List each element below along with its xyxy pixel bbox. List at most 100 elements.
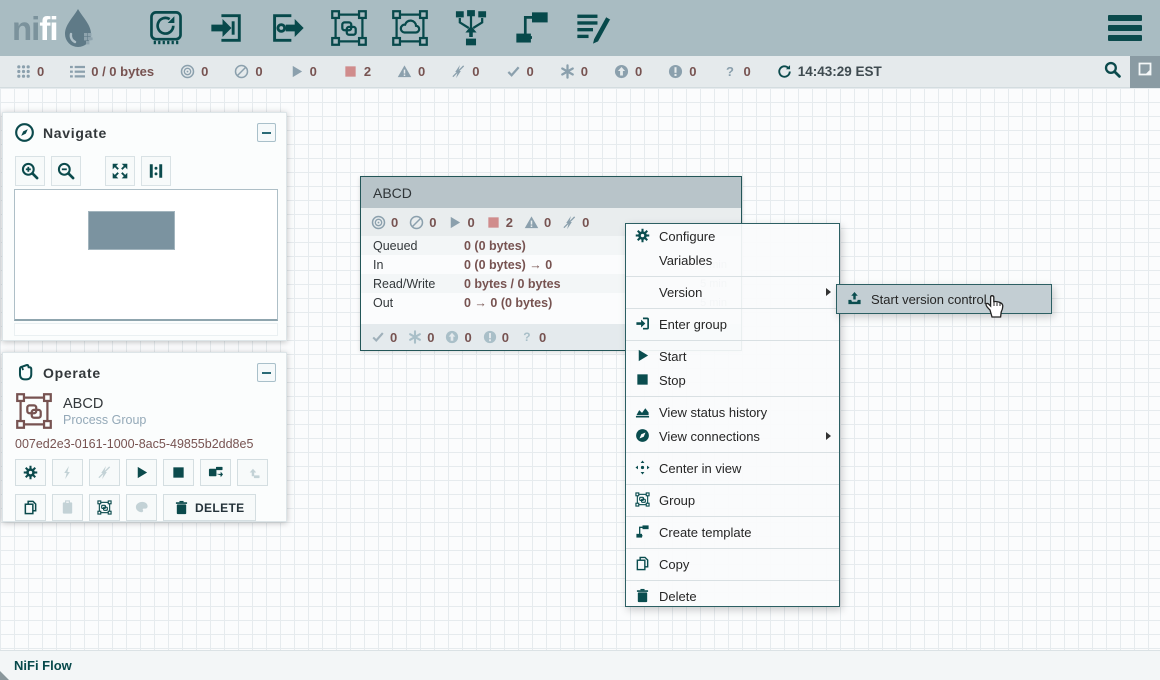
compass-icon xyxy=(635,428,652,444)
stop-button[interactable] xyxy=(163,459,194,486)
crosshairs-icon xyxy=(635,460,652,476)
template-icon[interactable] xyxy=(510,6,554,50)
menu-item-stop[interactable]: Stop xyxy=(626,368,839,392)
menu-separator xyxy=(626,484,839,485)
invalid-status: 0 xyxy=(397,64,425,79)
navigate-palette: Navigate xyxy=(2,112,287,341)
menu-item-configure[interactable]: Configure xyxy=(626,224,839,248)
menu-item-variables[interactable]: Variables xyxy=(626,248,839,272)
zoom-actual-size-button[interactable] xyxy=(141,156,171,186)
locally-modified-and-stale-status: 0 xyxy=(668,64,696,79)
selection-type: Process Group xyxy=(63,413,146,427)
zoom-out-button[interactable] xyxy=(51,156,81,186)
menu-item-create-template[interactable]: Create template xyxy=(626,520,839,544)
transmitting-status: 0 xyxy=(180,64,208,79)
global-menu-icon[interactable] xyxy=(1108,15,1142,41)
label-icon[interactable] xyxy=(571,6,615,50)
funnel-icon[interactable] xyxy=(449,6,493,50)
compass-icon xyxy=(15,123,34,142)
locally-modified-status: 0 xyxy=(560,64,588,79)
running-status: 0 xyxy=(289,64,317,79)
group-icon xyxy=(635,492,652,508)
submenu-caret-icon xyxy=(826,288,831,296)
locally-modified-and-stale-icon xyxy=(668,64,683,79)
revert-flow-version-button xyxy=(237,459,268,486)
group-button[interactable] xyxy=(89,494,120,521)
refresh-icon[interactable] xyxy=(777,64,792,79)
menu-separator xyxy=(626,452,839,453)
zoom-in-button[interactable] xyxy=(15,156,45,186)
queued-icon xyxy=(70,64,85,79)
menu-item-view-status-history[interactable]: View status history xyxy=(626,400,839,424)
template-icon xyxy=(635,524,652,540)
process-group-icon[interactable] xyxy=(327,6,371,50)
navigate-buttons xyxy=(3,148,286,186)
menu-item-start[interactable]: Start xyxy=(626,344,839,368)
flow-status-bar: 0 0 / 0 bytes 0 0 0 2 xyxy=(0,56,1160,88)
save-flow-version-button[interactable] xyxy=(200,459,231,486)
delete-button[interactable]: DELETE xyxy=(163,494,256,521)
status-bar-actions xyxy=(1094,56,1160,88)
trash-icon xyxy=(635,588,652,604)
invalid-icon xyxy=(524,215,539,230)
not-transmitting-icon xyxy=(409,215,424,230)
collapse-icon[interactable] xyxy=(257,123,276,142)
search-icon xyxy=(1104,61,1121,83)
up-to-date-status: 0 xyxy=(506,64,534,79)
menu-item-view-connections[interactable]: View connections xyxy=(626,424,839,448)
sync-failure-status: ? 0 xyxy=(722,64,750,79)
processor-icon[interactable] xyxy=(144,6,188,50)
menu-separator xyxy=(626,340,839,341)
birdseye-minimap[interactable] xyxy=(14,189,278,321)
operate-palette: Operate ABCD Process Group 007ed2e3-0161… xyxy=(2,352,287,522)
menu-item-group[interactable]: Group xyxy=(626,488,839,512)
zoom-fit-button[interactable] xyxy=(105,156,135,186)
search-button[interactable] xyxy=(1094,56,1130,88)
stale-icon xyxy=(614,64,629,79)
version-submenu-item-start-version-control[interactable]: Start version control xyxy=(836,284,1052,314)
output-port-icon[interactable] xyxy=(266,6,310,50)
menu-separator xyxy=(626,580,839,581)
sync-failure-icon: ? xyxy=(722,64,737,79)
process-group-name[interactable]: ABCD xyxy=(361,177,741,208)
menu-separator xyxy=(626,516,839,517)
stop-icon xyxy=(635,372,652,388)
start-button[interactable] xyxy=(126,459,157,486)
outline-panel-icon xyxy=(1137,61,1153,82)
menu-item-copy[interactable]: Copy xyxy=(626,552,839,576)
copy-button[interactable] xyxy=(15,494,46,521)
color-button xyxy=(126,494,157,521)
nifi-logo: nifi xyxy=(12,7,122,49)
minimap-footer xyxy=(14,323,278,336)
component-toolbar xyxy=(144,6,615,50)
navigate-title: Navigate xyxy=(43,125,107,141)
birdseye-toggle-button[interactable] xyxy=(1130,56,1160,88)
disabled-status: 0 xyxy=(451,64,479,79)
input-port-icon[interactable] xyxy=(205,6,249,50)
menu-item-enter-group[interactable]: Enter group xyxy=(626,312,839,336)
menu-item-delete[interactable]: Delete xyxy=(626,584,839,608)
transmitting-icon xyxy=(371,215,386,230)
menu-item-version[interactable]: Version xyxy=(626,280,839,304)
minimap-viewport-rect[interactable] xyxy=(88,211,175,250)
transmitting-icon xyxy=(180,64,195,79)
remote-process-group-icon[interactable] xyxy=(388,6,432,50)
invalid-icon xyxy=(397,64,412,79)
collapse-icon[interactable] xyxy=(257,363,276,382)
up-to-date-icon xyxy=(506,64,521,79)
copy-icon xyxy=(635,556,652,572)
configure-button[interactable] xyxy=(15,459,46,486)
process-group-icon xyxy=(15,392,53,430)
breadcrumb-root[interactable]: NiFi Flow xyxy=(14,658,72,673)
sync-failure-icon: ? xyxy=(520,330,534,344)
locally-modified-icon xyxy=(560,64,575,79)
menu-item-center-in-view[interactable]: Center in view xyxy=(626,456,839,480)
resize-gripper[interactable] xyxy=(0,671,9,680)
stale-icon xyxy=(445,330,459,344)
delete-label: DELETE xyxy=(195,501,245,515)
header-toolbar: nifi xyxy=(0,0,1160,56)
up-to-date-icon xyxy=(371,330,385,344)
stopped-status: 2 xyxy=(343,64,371,79)
logo-text-fi: fi xyxy=(39,9,57,49)
last-refreshed-time: 14:43:29 EST xyxy=(798,64,882,79)
